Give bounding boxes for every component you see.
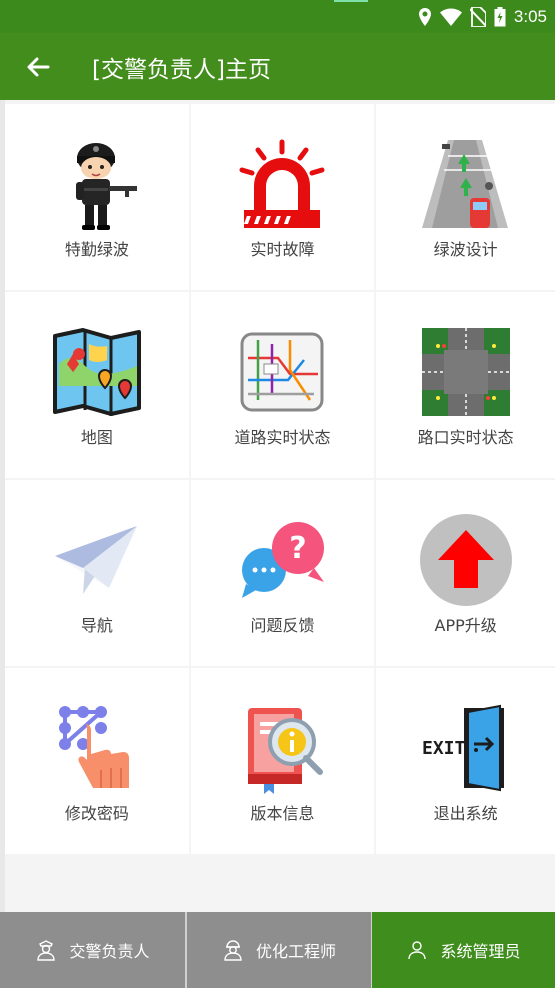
tab-label: 系统管理员	[440, 942, 521, 961]
pattern-lock-icon	[58, 706, 129, 788]
menu-item-exit[interactable]: EXIT 退出系统	[376, 668, 555, 854]
admin-user-icon	[408, 941, 427, 960]
menu-item-label: 问题反馈	[250, 616, 315, 635]
menu-item-change-password[interactable]: 修改密码	[5, 668, 189, 854]
feedback-bubbles-icon: ?	[242, 522, 325, 598]
book-info-icon	[248, 708, 324, 794]
menu-item-label: 特勤绿波	[64, 240, 129, 259]
paper-plane-icon	[54, 526, 137, 594]
svg-text:?: ?	[290, 531, 307, 566]
tab-optimization-engineer[interactable]: 优化工程师	[187, 912, 372, 988]
exit-door-icon: EXIT	[422, 704, 504, 792]
map-icon	[52, 328, 141, 416]
bottom-tab-bar: 交警负责人 优化工程师 系统管理员	[0, 912, 555, 988]
location-icon	[418, 8, 431, 26]
menu-item-label: 导航	[80, 616, 113, 635]
menu-item-app-upgrade[interactable]: APP升级	[376, 480, 555, 666]
alarm-siren-icon	[234, 139, 325, 228]
menu-item-label: 退出系统	[433, 804, 498, 823]
status-indicator	[334, 0, 368, 2]
menu-item-label: 实时故障	[250, 240, 315, 259]
menu-item-road-status[interactable]: 道路实时状态	[190, 292, 375, 478]
police-officer-icon	[75, 143, 137, 230]
menu-item-label: 绿波设计	[433, 240, 498, 259]
menu-item-label: 道路实时状态	[234, 428, 331, 447]
menu-item-navigation[interactable]: 导航	[5, 480, 189, 666]
menu-item-map[interactable]: 地图	[5, 292, 189, 478]
upgrade-arrow-icon	[419, 514, 512, 606]
intersection-icon	[421, 328, 510, 416]
menu-item-label: 修改密码	[64, 804, 129, 823]
app-bar: [交警负责人]主页	[0, 33, 555, 100]
menu-item-special-green-wave[interactable]: 特勤绿波	[5, 104, 189, 290]
clock: 3:05	[513, 7, 547, 26]
tab-system-admin[interactable]: 系统管理员	[372, 912, 555, 988]
menu-item-label: 路口实时状态	[417, 428, 514, 447]
engineer-user-icon	[224, 940, 242, 961]
menu-item-intersection-status[interactable]: 路口实时状态	[376, 292, 555, 478]
svg-text:EXIT: EXIT	[422, 738, 466, 759]
no-sim-icon	[469, 7, 486, 27]
menu-item-green-wave-design[interactable]: 绿波设计	[376, 104, 555, 290]
road-traffic-icon	[421, 140, 508, 228]
menu-item-label: 版本信息	[250, 804, 315, 823]
menu-grid: 特勤绿波 实时故障 绿波设计 地图 道路实时状态 路口实时状态 导航 ? 问题反…	[5, 104, 555, 856]
menu-item-label: APP升级	[434, 616, 497, 635]
menu-item-label: 地图	[80, 428, 113, 447]
battery-icon	[494, 7, 506, 27]
wifi-icon	[439, 8, 462, 26]
arrow-left-icon[interactable]	[24, 53, 52, 81]
menu-item-feedback[interactable]: ? 问题反馈	[190, 480, 375, 666]
tab-label: 交警负责人	[69, 942, 150, 961]
status-bar: 3:05	[0, 0, 555, 33]
police-user-icon	[37, 940, 56, 961]
menu-item-version-info[interactable]: 版本信息	[190, 668, 375, 854]
tab-label: 优化工程师	[255, 942, 336, 961]
tab-traffic-police-chief[interactable]: 交警负责人	[0, 912, 187, 988]
road-status-map-icon	[240, 332, 324, 412]
menu-item-realtime-fault[interactable]: 实时故障	[190, 104, 375, 290]
page-title: [交警负责人]主页	[92, 57, 271, 83]
